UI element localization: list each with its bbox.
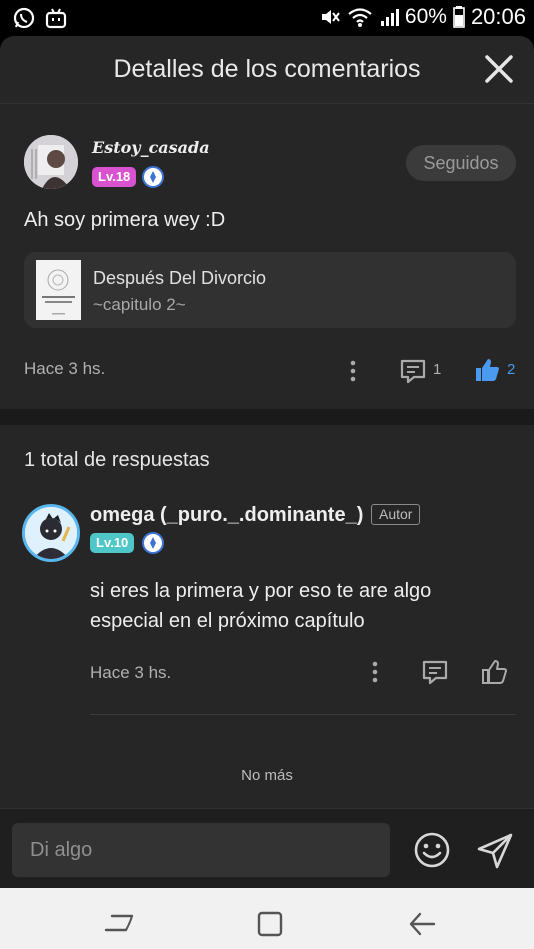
wifi-icon <box>348 8 372 27</box>
header: Detalles de los comentarios <box>0 36 534 104</box>
battery-percent: 60% <box>404 5 447 28</box>
comment-input-bar <box>0 808 534 888</box>
like-count: 2 <box>507 361 516 378</box>
status-bar: 60% 20:06 <box>0 0 534 36</box>
follow-button[interactable]: Seguidos <box>406 145 516 181</box>
replies-heading: 1 total de respuestas <box>24 449 210 471</box>
reply-time: Hace 3 hs. <box>90 663 172 682</box>
more-options-icon[interactable] <box>348 359 358 383</box>
mute-icon <box>321 10 340 24</box>
reply-level-badge: Lv.10 <box>90 533 135 553</box>
comment-text: Ah soy primera wey :D <box>24 209 226 231</box>
author-tag: Autor <box>371 504 421 525</box>
level-badge: Lv.18 <box>92 167 137 187</box>
back-icon[interactable] <box>408 910 436 938</box>
system-navigation-bar <box>0 888 534 949</box>
comment-username[interactable]: Estoy_casada <box>92 138 210 157</box>
main-comment: Estoy_casada Lv.18 Seguidos Ah soy prime… <box>0 105 534 409</box>
comment-input[interactable] <box>12 823 390 877</box>
reply-username[interactable]: omega (_puro._.dominante_) <box>90 504 363 527</box>
book-cover <box>36 260 81 320</box>
reply-like-icon[interactable] <box>481 658 509 686</box>
reply-avatar[interactable] <box>22 504 80 562</box>
whatsapp-icon <box>13 7 35 29</box>
book-chapter: ~capitulo 2~ <box>93 295 186 314</box>
bilibili-icon <box>45 8 67 29</box>
section-divider <box>0 409 534 425</box>
reply-text: si eres la primera y por eso te are algo… <box>90 580 432 632</box>
send-icon[interactable] <box>475 831 515 871</box>
reply-separator <box>90 714 516 715</box>
reply-verified-badge-icon <box>142 532 164 554</box>
reply-icon[interactable] <box>399 357 427 385</box>
avatar[interactable] <box>24 135 78 189</box>
verified-badge-icon <box>142 166 164 188</box>
battery-icon <box>453 6 465 28</box>
like-icon[interactable] <box>474 357 500 383</box>
book-title: Después Del Divorcio <box>93 268 267 288</box>
close-icon[interactable] <box>484 54 514 84</box>
reply-count: 1 <box>433 361 442 378</box>
book-card[interactable]: Después Del Divorcio ~capitulo 2~ <box>24 252 516 328</box>
home-icon[interactable] <box>256 910 284 938</box>
recent-apps-icon[interactable] <box>104 910 134 936</box>
page-title: Detalles de los comentarios <box>113 55 421 83</box>
reply-comment-icon[interactable] <box>421 658 449 686</box>
end-of-list-label: No más <box>241 767 293 784</box>
reply-more-options-icon[interactable] <box>370 660 380 684</box>
comment-time: Hace 3 hs. <box>24 359 106 378</box>
clock: 20:06 <box>470 4 526 29</box>
comment-details-screen: Detalles de los comentarios Estoy_casada… <box>0 36 534 888</box>
emoji-icon[interactable] <box>413 831 451 869</box>
signal-icon <box>380 9 399 26</box>
